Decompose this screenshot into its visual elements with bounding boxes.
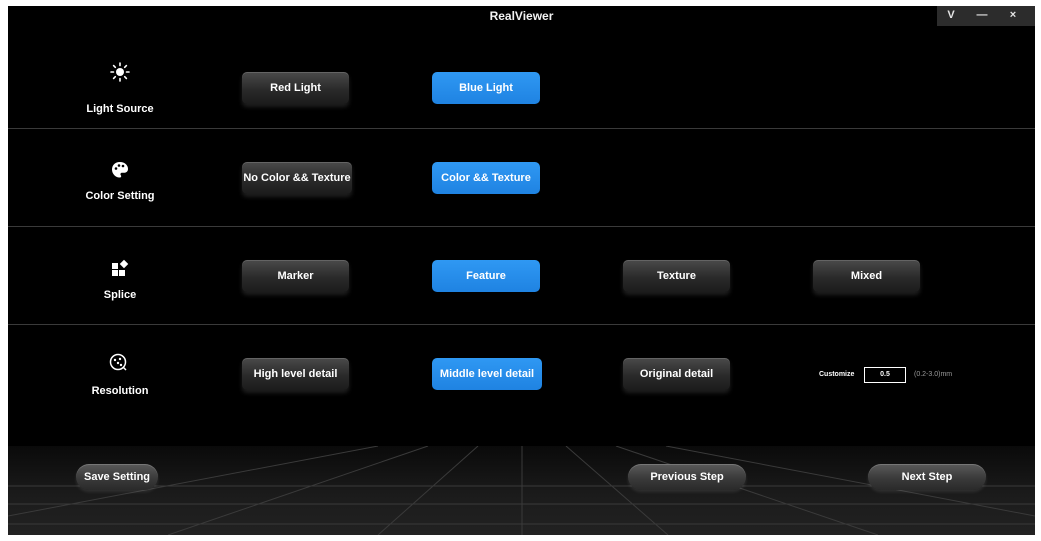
high-level-detail-button[interactable]: High level detail [242,358,349,390]
sun-icon [110,62,130,82]
light-source-label: Light Source [86,103,154,115]
resolution-icon [108,352,128,372]
palette-icon [110,160,130,180]
next-step-button[interactable]: Next Step [868,464,986,490]
previous-step-button[interactable]: Previous Step [628,464,746,490]
customize-range: (0.2-3.0)mm [914,371,953,378]
version-button[interactable]: V [938,6,964,26]
resolution-label: Resolution [91,385,149,397]
minimize-button[interactable]: — [969,6,995,26]
save-setting-button[interactable]: Save Setting [76,464,158,490]
color-texture-button[interactable]: Color && Texture [432,162,540,194]
customize-label: Customize [819,371,855,378]
row-divider [8,128,1035,129]
blue-light-button[interactable]: Blue Light [432,72,540,104]
row-divider [8,226,1035,227]
window-title: RealViewer [489,9,554,23]
floor-background [8,446,1035,535]
splice-label: Splice [103,289,137,301]
original-detail-button[interactable]: Original detail [623,358,730,390]
texture-button[interactable]: Texture [623,260,730,292]
no-color-texture-button[interactable]: No Color && Texture [242,162,352,194]
middle-level-detail-button[interactable]: Middle level detail [432,358,542,390]
red-light-button[interactable]: Red Light [242,72,349,104]
app-window: RealViewer V — × Light Source Red Light … [8,6,1035,535]
marker-button[interactable]: Marker [242,260,349,292]
close-button[interactable]: × [1000,6,1026,26]
mixed-button[interactable]: Mixed [813,260,920,292]
feature-button[interactable]: Feature [432,260,540,292]
row-divider [8,324,1035,325]
color-setting-label: Color Setting [85,190,155,202]
title-bar: RealViewer V — × [8,6,1035,26]
puzzle-icon [110,258,130,278]
customize-input[interactable]: 0.5 [864,367,906,383]
